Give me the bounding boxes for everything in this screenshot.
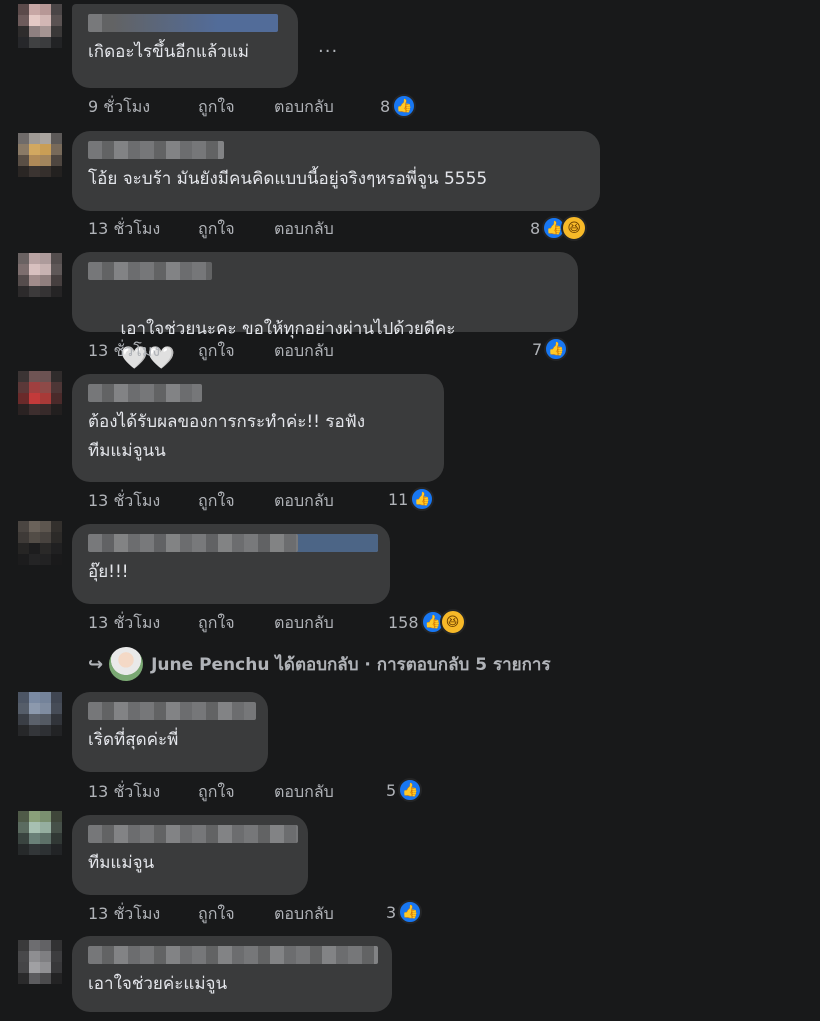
comment-time[interactable]: 13 ชั่วโมง xyxy=(88,902,198,927)
avatar[interactable] xyxy=(18,811,62,855)
reaction-count: 11 xyxy=(388,489,409,509)
comment-bubble: ต้องได้รับผลของการกระทำค่ะ!! รอฟัง ทีมแม… xyxy=(72,374,444,482)
reaction-summary[interactable]: 5 👍 xyxy=(386,778,423,802)
like-reaction-icon: 👍 xyxy=(392,94,417,118)
comment-time[interactable]: 13 ชั่วโมง xyxy=(88,780,198,805)
comment-actions: 9 ชั่วโมง ถูกใจ ตอบกลับ xyxy=(88,95,334,119)
comment-bubble: เอาใจช่วยค่ะแม่จูน xyxy=(72,936,392,1012)
comment-time[interactable]: 13 ชั่วโมง xyxy=(88,217,198,242)
comment-actions: 13 ชั่วโมง ถูกใจ ตอบกลับ xyxy=(88,217,334,241)
avatar xyxy=(109,647,144,681)
reaction-count: 8 xyxy=(380,96,391,116)
avatar[interactable] xyxy=(18,253,62,297)
commenter-name[interactable] xyxy=(88,702,256,720)
comment-bubble: เกิดอะไรขึ้นอีกแล้วแม่ xyxy=(72,4,298,88)
comment-text: ทีมแม่จูน xyxy=(88,853,155,873)
avatar[interactable] xyxy=(18,371,62,415)
comment-text: เอาใจช่วยค่ะแม่จูน xyxy=(88,974,228,994)
reaction-summary[interactable]: 8 👍 xyxy=(380,94,417,118)
more-options-icon[interactable]: ... xyxy=(318,36,338,57)
haha-reaction-icon: 😆 xyxy=(561,215,588,241)
comment-actions: 13 ชั่วโมง ถูกใจ ตอบกลับ xyxy=(88,339,334,363)
comment-bubble: อุ๊ย!!! xyxy=(72,524,390,604)
view-replies-text: June Penchu ได้ตอบกลับ · การตอบกลับ 5 รา… xyxy=(151,654,551,675)
comment-text-body: เอาใจช่วยนะคะ ขอให้ทุกอย่างผ่านไปด้วยดีค… xyxy=(120,319,456,339)
view-replies-link[interactable]: ↪ June Penchu ได้ตอบกลับ · การตอบกลับ 5 … xyxy=(88,645,551,683)
reply-button[interactable]: ตอบกลับ xyxy=(274,611,334,636)
comment-bubble: เริ่ดที่สุดค่ะพี่ xyxy=(72,692,268,772)
reply-arrow-icon: ↪ xyxy=(88,653,104,675)
avatar[interactable] xyxy=(18,521,62,565)
reaction-summary[interactable]: 11 👍 xyxy=(388,487,435,511)
comment-text: เกิดอะไรขึ้นอีกแล้วแม่ xyxy=(88,42,249,62)
comment-time[interactable]: 13 ชั่วโมง xyxy=(88,339,198,364)
reply-button[interactable]: ตอบกลับ xyxy=(274,489,334,514)
like-button[interactable]: ถูกใจ xyxy=(198,339,274,364)
reply-button[interactable]: ตอบกลับ xyxy=(274,217,334,242)
like-reaction-icon: 👍 xyxy=(398,778,423,802)
reply-button[interactable]: ตอบกลับ xyxy=(274,780,334,805)
reaction-summary[interactable]: 158 👍 😆 xyxy=(388,609,466,635)
commenter-name[interactable] xyxy=(88,384,202,402)
reaction-summary[interactable]: 7 👍 xyxy=(532,337,569,361)
comment-text: เริ่ดที่สุดค่ะพี่ xyxy=(88,730,179,750)
like-button[interactable]: ถูกใจ xyxy=(198,217,274,242)
reply-button[interactable]: ตอบกลับ xyxy=(274,339,334,364)
like-button[interactable]: ถูกใจ xyxy=(198,780,274,805)
reaction-count: 8 xyxy=(530,218,541,238)
comment-actions: 13 ชั่วโมง ถูกใจ ตอบกลับ xyxy=(88,611,334,635)
commenter-name[interactable] xyxy=(88,534,378,552)
commenter-name[interactable] xyxy=(88,262,212,280)
comment-actions: 13 ชั่วโมง ถูกใจ ตอบกลับ xyxy=(88,780,334,804)
comment-time[interactable]: 9 ชั่วโมง xyxy=(88,95,198,120)
comment-bubble: โอ้ย จะบร้า มันยังมีคนคิดแบบนี้อยู่จริงๆ… xyxy=(72,131,600,211)
like-button[interactable]: ถูกใจ xyxy=(198,611,274,636)
comment-text: ต้องได้รับผลของการกระทำค่ะ!! รอฟัง ทีมแม… xyxy=(88,412,366,461)
comment-bubble: ทีมแม่จูน xyxy=(72,815,308,895)
haha-reaction-icon: 😆 xyxy=(439,609,466,635)
reaction-count: 3 xyxy=(386,902,397,922)
commenter-name[interactable] xyxy=(88,825,298,843)
commenter-name[interactable] xyxy=(88,14,278,32)
commenter-name[interactable] xyxy=(88,946,378,964)
reaction-count: 7 xyxy=(532,339,543,359)
reaction-count: 158 xyxy=(388,612,419,632)
like-reaction-icon: 👍 xyxy=(398,900,423,924)
comment-text: อุ๊ย!!! xyxy=(88,562,129,582)
comment-bubble: เอาใจช่วยนะคะ ขอให้ทุกอย่างผ่านไปด้วยดีค… xyxy=(72,252,578,371)
avatar[interactable] xyxy=(18,133,62,177)
avatar[interactable] xyxy=(18,940,62,984)
comment-time[interactable]: 13 ชั่วโมง xyxy=(88,489,198,514)
reaction-summary[interactable]: 3 👍 xyxy=(386,900,423,924)
like-reaction-icon: 👍 xyxy=(544,337,569,361)
comment-actions: 13 ชั่วโมง ถูกใจ ตอบกลับ xyxy=(88,902,334,926)
comment-text: โอ้ย จะบร้า มันยังมีคนคิดแบบนี้อยู่จริงๆ… xyxy=(88,169,488,189)
reply-button[interactable]: ตอบกลับ xyxy=(274,95,334,120)
comment-time[interactable]: 13 ชั่วโมง xyxy=(88,611,198,636)
like-button[interactable]: ถูกใจ xyxy=(198,95,274,120)
reaction-count: 5 xyxy=(386,780,397,800)
avatar[interactable] xyxy=(18,692,62,736)
like-button[interactable]: ถูกใจ xyxy=(198,902,274,927)
reply-button[interactable]: ตอบกลับ xyxy=(274,902,334,927)
comment-actions: 13 ชั่วโมง ถูกใจ ตอบกลับ xyxy=(88,489,334,513)
reaction-summary[interactable]: 8 👍 😆 xyxy=(530,215,588,241)
avatar[interactable] xyxy=(18,4,62,48)
like-button[interactable]: ถูกใจ xyxy=(198,489,274,514)
commenter-name[interactable] xyxy=(88,141,224,159)
like-reaction-icon: 👍 xyxy=(410,487,435,511)
